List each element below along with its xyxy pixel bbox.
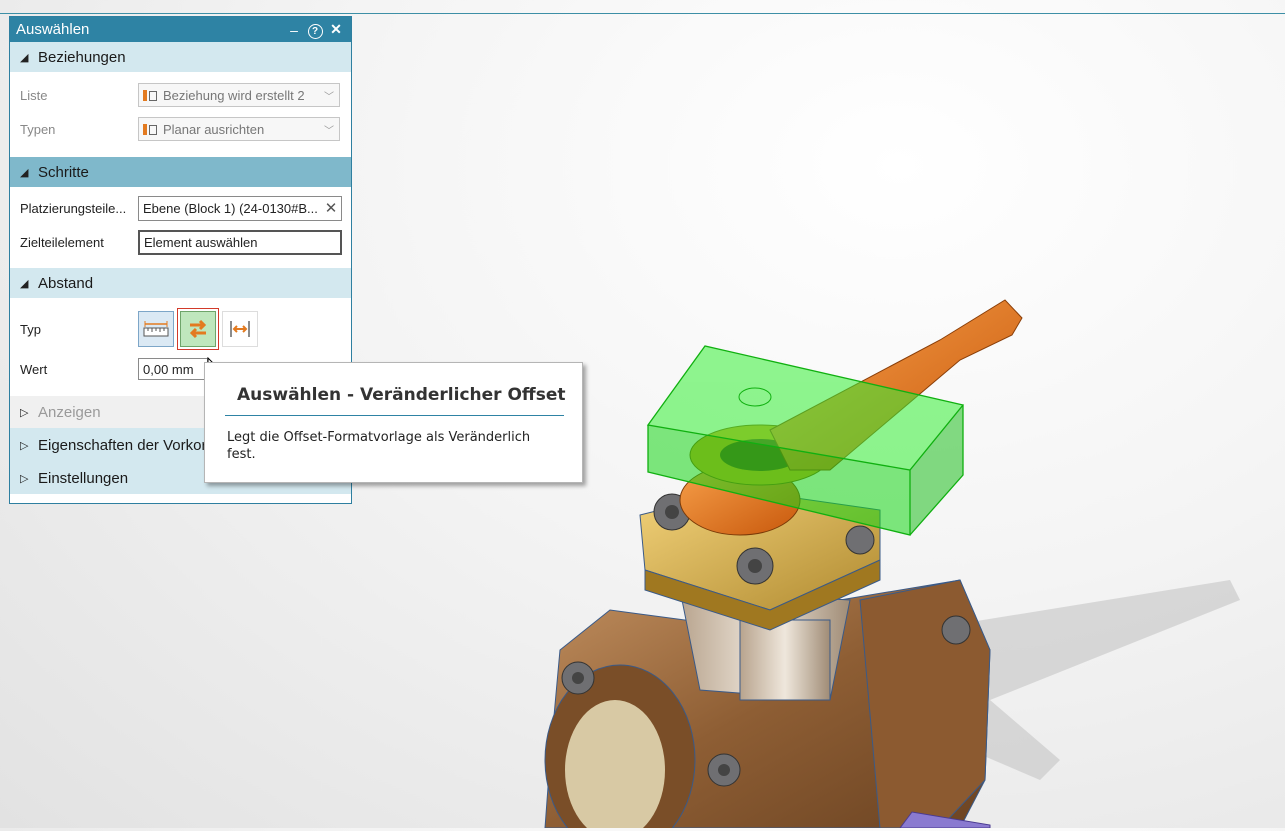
section-abstand[interactable]: ◢ Abstand bbox=[10, 268, 351, 298]
expand-triangle-icon: ▷ bbox=[20, 406, 29, 419]
platzierung-field[interactable]: Ebene (Block 1) (24-0130#B... ✕ bbox=[138, 195, 342, 221]
typen-dropdown[interactable]: Planar ausrichten ﹀ bbox=[138, 117, 340, 141]
section-label: Beziehungen bbox=[38, 48, 126, 66]
ziel-field[interactable]: Element auswählen bbox=[138, 229, 342, 255]
floating-offset-icon bbox=[230, 321, 250, 337]
collapse-triangle-icon: ◢ bbox=[20, 277, 29, 290]
relation-icon bbox=[143, 89, 159, 102]
typ-label: Typ bbox=[20, 321, 41, 337]
platzierung-label: Platzierungsteile... bbox=[20, 200, 127, 216]
collapse-triangle-icon: ◢ bbox=[20, 166, 29, 179]
section-label: Eigenschaften der Vorkor bbox=[38, 436, 207, 454]
section-schritte[interactable]: ◢ Schritte bbox=[10, 157, 351, 187]
section-label: Anzeigen bbox=[38, 403, 101, 421]
panel-title: Auswählen bbox=[16, 21, 90, 38]
liste-dropdown[interactable]: Beziehung wird erstellt 2 ﹀ bbox=[138, 83, 340, 107]
liste-label: Liste bbox=[20, 87, 48, 103]
section-label: Schritte bbox=[38, 163, 89, 181]
relation-icon bbox=[143, 123, 159, 136]
ruler-icon bbox=[143, 321, 169, 337]
clear-icon[interactable]: ✕ bbox=[321, 199, 341, 217]
expand-triangle-icon: ▷ bbox=[20, 439, 29, 452]
section-label: Abstand bbox=[38, 274, 94, 292]
section-label: Einstellungen bbox=[38, 469, 129, 487]
section-beziehungen[interactable]: ◢ Beziehungen bbox=[10, 42, 351, 72]
chevron-down-icon[interactable]: ﹀ bbox=[319, 122, 339, 137]
typen-label: Typen bbox=[20, 121, 56, 137]
tooltip-title: Auswählen - Veränderlicher Offset bbox=[237, 385, 566, 405]
tooltip-description: Legt die Offset-Formatvorlage als Veränd… bbox=[227, 430, 531, 462]
close-icon[interactable]: ✕ bbox=[327, 21, 345, 38]
help-icon[interactable]: ? bbox=[306, 21, 324, 39]
floating-offset-button[interactable] bbox=[222, 311, 258, 347]
fixed-offset-button[interactable] bbox=[138, 311, 174, 347]
minimize-icon[interactable]: – bbox=[285, 22, 303, 38]
wert-field[interactable]: 0,00 mm bbox=[138, 358, 208, 380]
variable-offset-button[interactable] bbox=[177, 308, 219, 350]
ziel-label: Zielteilelement bbox=[20, 234, 104, 250]
tooltip: Auswählen - Veränderlicher Offset Legt d… bbox=[204, 362, 583, 483]
wert-label: Wert bbox=[20, 361, 48, 377]
chevron-down-icon[interactable]: ﹀ bbox=[319, 88, 339, 103]
tooltip-divider bbox=[225, 415, 564, 416]
variable-offset-icon bbox=[189, 319, 207, 339]
panel-titlebar[interactable]: Auswählen – ? ✕ bbox=[10, 17, 351, 42]
collapse-triangle-icon: ◢ bbox=[20, 51, 29, 64]
expand-triangle-icon: ▷ bbox=[20, 472, 29, 485]
